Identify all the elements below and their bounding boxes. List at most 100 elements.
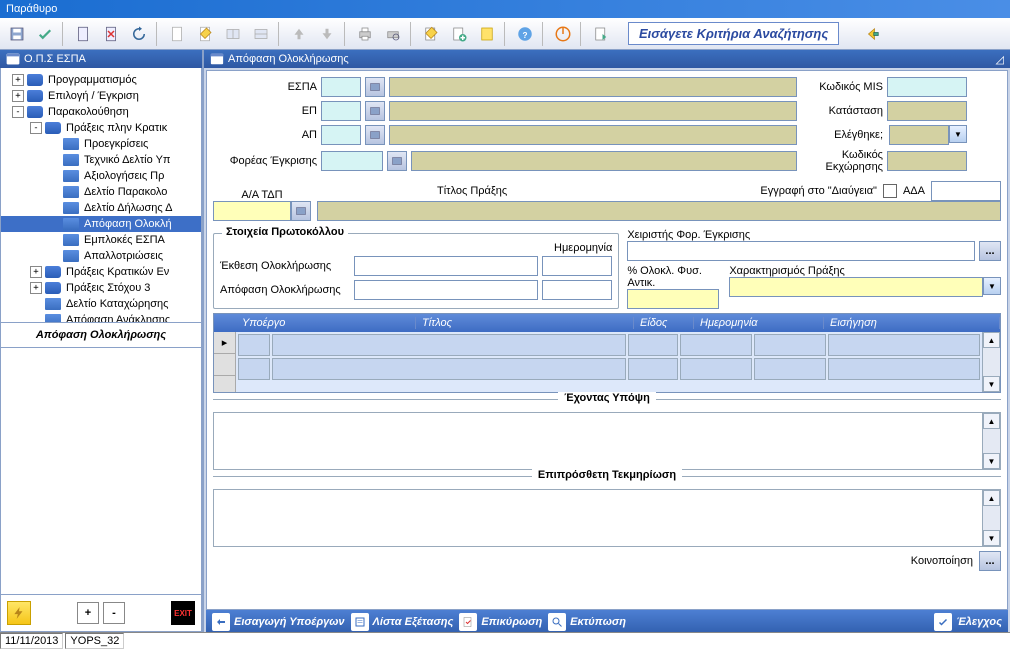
help-icon[interactable]: ? [512,21,538,47]
grid1-icon[interactable] [220,21,246,47]
epiprostheti-textarea[interactable] [214,490,982,546]
tree-expander-icon[interactable]: + [30,282,42,294]
tree-expander-icon[interactable]: + [12,90,24,102]
foreas-lookup-icon[interactable] [387,151,407,171]
tree-expander-icon[interactable]: + [30,266,42,278]
scroll-down-icon[interactable]: ▼ [983,530,1000,546]
scroll-up-icon[interactable]: ▲ [983,332,1000,348]
tree-node[interactable]: -Πράξεις πλην Κρατικ [1,120,201,136]
ekthesi-date-field[interactable] [542,256,612,276]
grid2-icon[interactable] [248,21,274,47]
tree-node[interactable]: +Επιλογή / Έγκριση [1,88,201,104]
check-button[interactable]: Έλεγχος [934,613,1002,631]
ep-lookup-icon[interactable] [365,101,385,121]
diavgeia-checkbox[interactable] [883,184,897,198]
collapse-all-button[interactable]: - [103,602,125,624]
tree-node[interactable]: +Πράξεις Κρατικών Εν [1,264,201,280]
table-row[interactable] [238,334,980,356]
exontas-textarea[interactable] [214,413,982,469]
tree-node[interactable]: Προεγκρίσεις [1,136,201,152]
col-titlos[interactable]: Τίτλος [416,317,634,329]
check-icon[interactable] [32,21,58,47]
espa-lookup-icon[interactable] [365,77,385,97]
scroll-up-icon[interactable]: ▲ [983,413,1000,429]
col-ypoergo[interactable]: Υποέργο [236,317,416,329]
tree-expander-icon[interactable]: + [12,74,24,86]
scroll-down-icon[interactable]: ▼ [983,453,1000,469]
pct-field[interactable] [627,289,719,309]
edit-page-icon[interactable] [192,21,218,47]
ekx-field[interactable] [887,151,967,171]
xeiristis-field[interactable] [627,241,975,261]
checked-field[interactable] [889,125,949,145]
tree-node[interactable]: Εμπλοκές ΕΣΠΑ [1,232,201,248]
refresh-icon[interactable] [126,21,152,47]
ap-lookup-icon[interactable] [365,125,385,145]
validate-button[interactable]: Επικύρωση [459,613,542,631]
col-eidos[interactable]: Είδος [634,317,694,329]
foreas-code-field[interactable] [321,151,383,171]
tree-node[interactable]: +Πράξεις Στόχου 3 [1,280,201,296]
arrow-down-icon[interactable] [314,21,340,47]
status-field[interactable] [887,101,967,121]
power-icon[interactable] [550,21,576,47]
apofasi-date-field[interactable] [542,280,612,300]
arrow-up-icon[interactable] [286,21,312,47]
tree-expander-icon[interactable]: - [30,122,42,134]
review-list-button[interactable]: Λίστα Εξέτασης [351,613,454,631]
ada-field[interactable] [931,181,1001,201]
xeiristis-ellipsis-icon[interactable]: ... [979,241,1001,261]
tree-node[interactable]: Απόφαση Ολοκλή [1,216,201,232]
row-selector-icon[interactable]: ▸ [214,332,235,354]
ep-desc-field[interactable] [389,101,797,121]
document-icon[interactable] [70,21,96,47]
table-row[interactable] [238,358,980,380]
espa-code-field[interactable] [321,77,361,97]
koinopoiisi-ellipsis-icon[interactable]: ... [979,551,1001,571]
ap-desc-field[interactable] [389,125,797,145]
exit-icon[interactable]: EXIT [171,601,195,625]
print-preview-icon[interactable] [380,21,406,47]
expand-all-button[interactable]: + [77,602,99,624]
note-add-icon[interactable] [446,21,472,47]
ekthesi-num-field[interactable] [354,256,538,276]
tree-node[interactable]: Δελτίο Δήλωσης Δ [1,200,201,216]
row-selector-icon[interactable] [214,354,235,376]
tree-node[interactable]: Απόφαση Ανάκλησης [1,312,201,323]
scroll-down-icon[interactable]: ▼ [983,376,1000,392]
delete-icon[interactable] [98,21,124,47]
import-subprojects-button[interactable]: Εισαγωγή Υποέργων [212,613,345,631]
aa-tdp-field[interactable] [213,201,291,221]
export-icon[interactable] [588,21,614,47]
xarakt-field[interactable] [729,277,983,297]
lightning-icon[interactable] [7,601,31,625]
ap-code-field[interactable] [321,125,361,145]
blank-page-icon[interactable] [164,21,190,47]
print-icon[interactable] [352,21,378,47]
tree-node[interactable]: Δελτίο Καταχώρησης [1,296,201,312]
tree-node[interactable]: Τεχνικό Δελτίο Υπ [1,152,201,168]
scroll-up-icon[interactable]: ▲ [983,490,1000,506]
tree-node[interactable]: Αξιολογήσεις Πρ [1,168,201,184]
col-eisigisi[interactable]: Εισήγηση [824,317,1000,329]
col-date[interactable]: Ημερομηνία [694,317,824,329]
note-yellow-icon[interactable] [474,21,500,47]
xarakt-combo-icon[interactable]: ▼ [983,277,1001,295]
mis-field[interactable] [887,77,967,97]
note-edit-icon[interactable] [418,21,444,47]
tree-node[interactable]: Απαλλοτριώσεις [1,248,201,264]
back-arrow-icon[interactable] [860,21,886,47]
tree-node[interactable]: Δελτίο Παρακολο [1,184,201,200]
tree-expander-icon[interactable]: - [12,106,24,118]
checked-combo-icon[interactable]: ▼ [949,125,967,143]
maximize-icon[interactable]: ◿ [996,53,1004,66]
tree-node[interactable]: +Προγραμματισμός [1,72,201,88]
title-praxis-field[interactable] [317,201,1001,221]
tdp-lookup-icon[interactable] [291,201,311,221]
tree-view[interactable]: +Προγραμματισμός+Επιλογή / Έγκριση-Παρακ… [0,68,202,323]
print-button[interactable]: Εκτύπωση [548,613,626,631]
foreas-desc-field[interactable] [411,151,797,171]
espa-desc-field[interactable] [389,77,797,97]
ep-code-field[interactable] [321,101,361,121]
tree-node[interactable]: -Παρακολούθηση [1,104,201,120]
